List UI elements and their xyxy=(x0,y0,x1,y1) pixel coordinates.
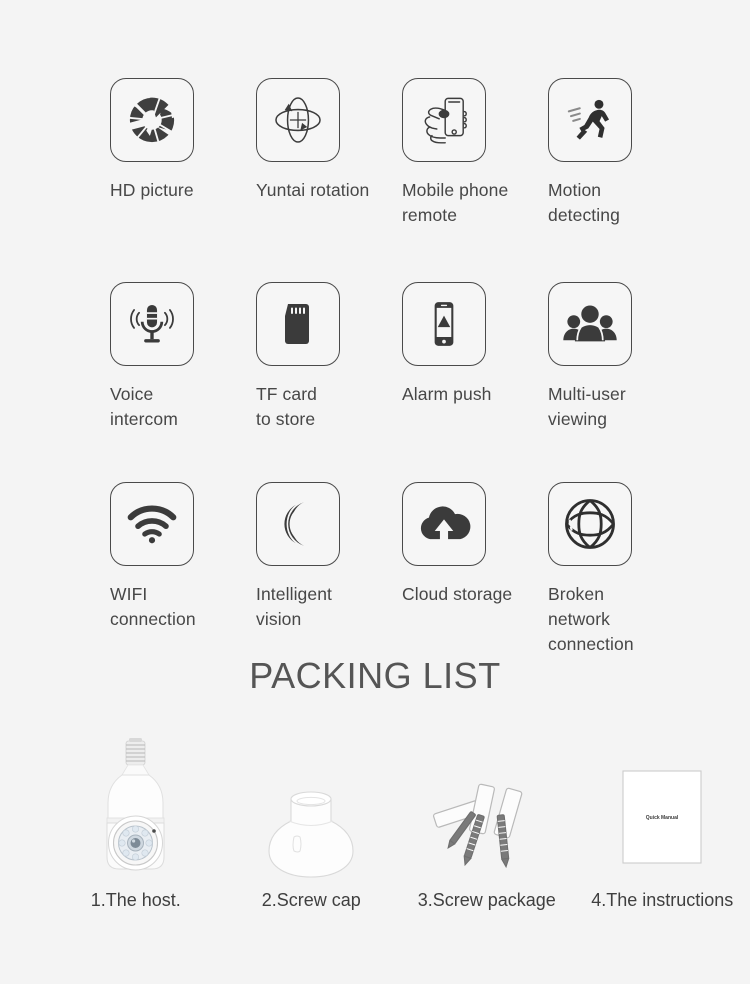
bulb-camera-art xyxy=(88,735,183,883)
rotation-icon-box xyxy=(256,78,340,162)
feature-label: WIFI connection xyxy=(110,584,196,629)
feature-item-multi-user-viewing[interactable]: Multi-user viewing xyxy=(548,282,694,432)
packing-item-label: 2.Screw cap xyxy=(261,890,361,910)
feature-label: Yuntai rotation xyxy=(256,180,370,200)
sd-card-icon xyxy=(273,299,323,349)
feature-label: Voice intercom xyxy=(110,384,178,429)
people-group-icon-box xyxy=(548,282,632,366)
phone-alert-icon-box xyxy=(402,282,486,366)
feature-item-wifi-connection[interactable]: WIFI connection xyxy=(110,482,256,657)
screw-package-art xyxy=(422,735,552,883)
aperture-icon-box xyxy=(110,78,194,162)
feature-item-mobile-phone-remote[interactable]: Mobile phone remote xyxy=(402,78,548,228)
microphone-icon-box xyxy=(110,282,194,366)
phone-alert-icon xyxy=(418,298,470,350)
feature-label: Broken network connection xyxy=(548,584,634,654)
microphone-icon xyxy=(124,296,180,352)
globe-icon-box xyxy=(548,482,632,566)
packing-item-screw-package[interactable]: 3.Screw package xyxy=(399,735,575,911)
feature-grid: HD picture Yuntai rotation Mobile phone … xyxy=(0,0,750,657)
wifi-icon-box xyxy=(110,482,194,566)
feature-item-yuntai-rotation[interactable]: Yuntai rotation xyxy=(256,78,402,228)
row-spacer xyxy=(0,432,750,482)
packing-item-label: 4.The instructions xyxy=(591,890,734,910)
feature-item-motion-detecting[interactable]: Motion detecting xyxy=(548,78,694,228)
feature-label: Multi-user viewing xyxy=(548,384,626,429)
feature-item-intelligent-vision[interactable]: Intelligent vision xyxy=(256,482,402,657)
wifi-icon xyxy=(124,496,180,552)
packing-item-label: 1.The host. xyxy=(90,890,181,910)
rotation-icon xyxy=(269,91,327,149)
feature-label: Intelligent vision xyxy=(256,584,333,629)
feature-label: HD picture xyxy=(110,180,194,200)
cloud-upload-icon-box xyxy=(402,482,486,566)
feature-item-hd-picture[interactable]: HD picture xyxy=(110,78,256,228)
feature-item-cloud-storage[interactable]: Cloud storage xyxy=(402,482,548,657)
sd-card-icon-box xyxy=(256,282,340,366)
hand-phone-icon-box xyxy=(402,78,486,162)
feature-item-tf-card[interactable]: TF card to store xyxy=(256,282,402,432)
packing-list-items: 1.The host. 2.Screw cap 3.Screw package … xyxy=(0,735,750,911)
feature-item-voice-intercom[interactable]: Voice intercom xyxy=(110,282,256,432)
packing-item-instructions[interactable]: Quick Manual 4.The instructions xyxy=(575,735,750,911)
packing-item-label: 3.Screw package xyxy=(417,890,556,910)
manual-booklet-art: Quick Manual xyxy=(607,735,717,883)
row-spacer xyxy=(0,228,750,282)
packing-item-host[interactable]: 1.The host. xyxy=(48,735,224,911)
feature-label: Motion detecting xyxy=(548,180,620,225)
feature-item-alarm-push[interactable]: Alarm push xyxy=(402,282,548,432)
feature-row: HD picture Yuntai rotation Mobile phone … xyxy=(0,78,750,228)
people-group-icon xyxy=(561,295,619,353)
feature-row: WIFI connection Intelligent vision Cloud… xyxy=(0,482,750,657)
feature-item-broken-network[interactable]: Broken network connection xyxy=(548,482,694,657)
running-person-icon-box xyxy=(548,78,632,162)
feature-label: Alarm push xyxy=(402,384,492,404)
packing-item-screw-cap[interactable]: 2.Screw cap xyxy=(224,735,400,911)
manual-cover-text: Quick Manual xyxy=(646,815,679,821)
packing-list-title: PACKING LIST xyxy=(249,655,501,696)
moon-icon xyxy=(272,498,324,550)
feature-label: Cloud storage xyxy=(402,584,513,604)
feature-row: Voice intercom TF card to store Alarm pu… xyxy=(0,282,750,432)
hand-phone-icon xyxy=(414,90,474,150)
feature-label: Mobile phone remote xyxy=(402,180,509,225)
moon-icon-box xyxy=(256,482,340,566)
feature-label: TF card to store xyxy=(256,384,317,429)
globe-icon xyxy=(562,496,618,552)
aperture-icon xyxy=(125,93,179,147)
screw-cap-art xyxy=(256,735,366,883)
running-person-icon xyxy=(562,92,618,148)
cloud-upload-icon xyxy=(415,495,473,553)
